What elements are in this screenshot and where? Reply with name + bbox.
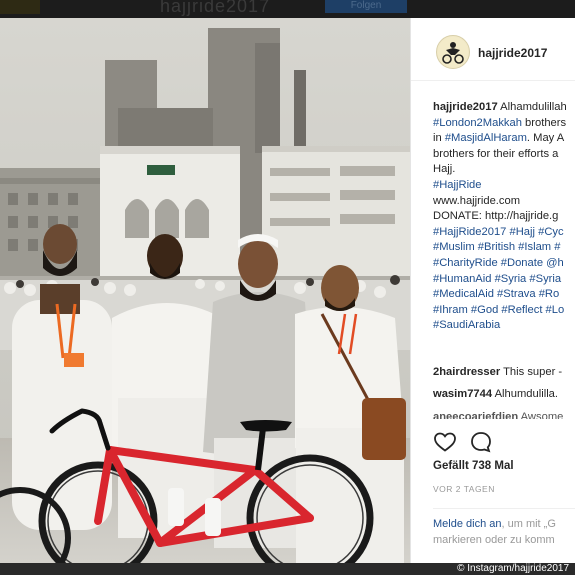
login-text-1: , um mit „G bbox=[501, 518, 556, 530]
post-side-panel: hajjride2017 hajjride2017 Alhamdulillah #… bbox=[410, 18, 575, 563]
caption-text: www.hajjride.com bbox=[433, 194, 521, 207]
caption-text: DONATE: http://hajjride.g bbox=[433, 210, 559, 223]
caption-line: #London2Makkah brothers bbox=[433, 116, 575, 132]
comment-text: This super - bbox=[500, 366, 563, 378]
post-timestamp[interactable]: VOR 2 TAGEN bbox=[433, 484, 495, 494]
comment-text: Alhumdulilla. bbox=[492, 388, 559, 400]
top-bar: hajjride2017 Folgen bbox=[0, 0, 575, 18]
hashtag-link[interactable]: #Donate @h bbox=[498, 257, 564, 269]
caption-line: #HajjRide bbox=[433, 178, 575, 194]
comment-user[interactable]: aneecoariefdien bbox=[433, 411, 518, 419]
comment-user[interactable]: 2hairdresser bbox=[433, 366, 500, 378]
photo-credit: © Instagram/hajjride2017 bbox=[457, 563, 569, 574]
divider bbox=[433, 508, 575, 509]
caption-line: DONATE: http://hajjride.g bbox=[433, 209, 575, 225]
caption-text: in bbox=[433, 132, 445, 145]
post-header: hajjride2017 bbox=[411, 18, 575, 81]
heart-icon[interactable] bbox=[433, 430, 457, 454]
hashtag-link[interactable]: #SaudiArabia bbox=[433, 319, 500, 331]
caption-text: Hajj. bbox=[433, 163, 456, 176]
login-prompt: Melde dich an, um mit „G markieren oder … bbox=[433, 516, 556, 548]
hashtag-link[interactable]: #HumanAid #Syria #Syria bbox=[433, 273, 561, 285]
post-username[interactable]: hajjride2017 bbox=[478, 46, 547, 60]
caption-line: #Muslim #British #Islam # bbox=[433, 240, 575, 256]
instagram-post-frame: hajjride2017 hajjride2017 Alhamdulillah #… bbox=[0, 18, 575, 563]
hashtag-link[interactable]: #CharityRide bbox=[433, 257, 498, 269]
hashtag-link[interactable]: #MedicalAid #Strava #Ro bbox=[433, 288, 559, 300]
caption-line: #HumanAid #Syria #Syria bbox=[433, 272, 575, 288]
caption-text: brothers for their efforts a bbox=[433, 147, 559, 160]
blurred-follow-button[interactable]: Folgen bbox=[325, 0, 407, 13]
comment-3: aneecoariefdien Awsome bbox=[433, 411, 563, 419]
caption-line: brothers for their efforts a bbox=[433, 147, 575, 163]
cyclist-logo-icon bbox=[438, 37, 468, 67]
caption-line: Hajj. bbox=[433, 162, 575, 178]
hashtag-link[interactable]: #HajjRide2017 #Hajj #Cyc bbox=[433, 226, 564, 238]
login-link[interactable]: Melde dich an bbox=[433, 518, 502, 530]
caption-line: #MedicalAid #Strava #Ro bbox=[433, 287, 575, 303]
post-caption: hajjride2017 Alhamdulillah #London2Makkah… bbox=[433, 100, 575, 334]
blurred-logo bbox=[0, 0, 40, 14]
caption-line: in #MasjidAlHaram. May A bbox=[433, 131, 575, 147]
comment-user[interactable]: wasim7744 bbox=[433, 388, 492, 400]
like-count[interactable]: Gefällt 738 Mal bbox=[433, 460, 514, 472]
caption-text: . May A bbox=[526, 132, 565, 145]
caption-line: hajjride2017 Alhamdulillah bbox=[433, 100, 575, 116]
caption-text: Alhamdulillah bbox=[497, 101, 567, 113]
photo-illustration bbox=[0, 18, 410, 563]
post-photo bbox=[0, 18, 410, 563]
blurred-title: hajjride2017 bbox=[160, 0, 271, 16]
hashtag-link[interactable]: #Ihram #God #Reflect #Lo bbox=[433, 304, 564, 316]
caption-line: #Ihram #God #Reflect #Lo bbox=[433, 303, 575, 319]
login-text-2: markieren oder zu komm bbox=[433, 534, 555, 546]
caption-line: #HajjRide2017 #Hajj #Cyc bbox=[433, 225, 575, 241]
hashtag-link[interactable]: #MasjidAlHaram bbox=[445, 132, 527, 144]
caption-line: #SaudiArabia bbox=[433, 318, 575, 334]
caption-text: brothers bbox=[521, 116, 567, 129]
comment-1: 2hairdresser This super - bbox=[433, 366, 562, 378]
caption-username[interactable]: hajjride2017 bbox=[433, 101, 498, 113]
hashtag-link[interactable]: #London2Makkah bbox=[433, 117, 522, 129]
caption-line: #CharityRide #Donate @h bbox=[433, 256, 575, 272]
comment-2: wasim7744 Alhumdulilla. bbox=[433, 388, 558, 400]
bottom-strip: © Instagram/hajjride2017 bbox=[0, 563, 575, 575]
post-actions bbox=[433, 430, 573, 454]
avatar[interactable] bbox=[436, 35, 470, 69]
hashtag-link[interactable]: #Muslim #British #Islam # bbox=[433, 241, 560, 253]
hashtag-link[interactable]: #HajjRide bbox=[433, 179, 482, 191]
comment-icon[interactable] bbox=[469, 430, 493, 454]
comment-text: Awsome bbox=[518, 411, 564, 419]
caption-line: www.hajjride.com bbox=[433, 194, 575, 210]
